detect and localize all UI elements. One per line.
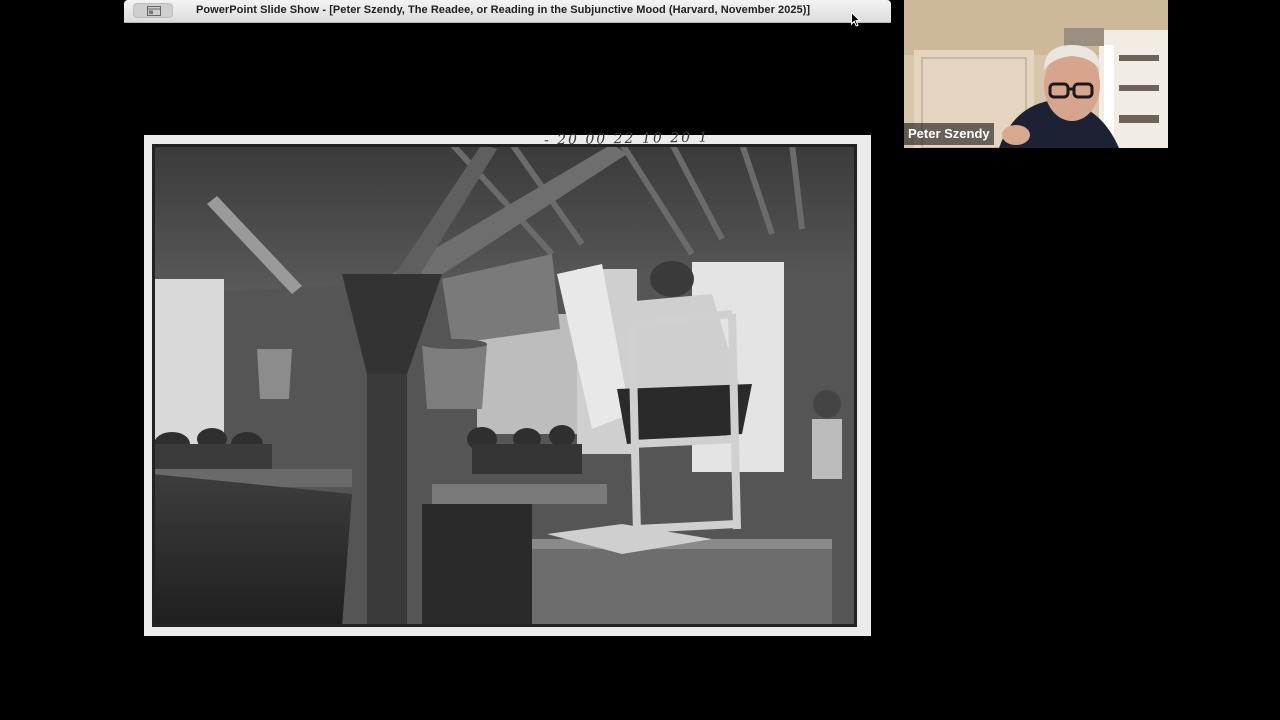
- presenter-video-tile[interactable]: Peter Szendy: [904, 0, 1168, 148]
- slide: - 20 00 22 10 20 1: [144, 130, 871, 636]
- window-layout-button[interactable]: [133, 3, 173, 18]
- mouse-pointer-icon: [851, 11, 862, 32]
- shared-screen-window: PowerPoint Slide Show - [Peter Szendy, T…: [124, 0, 891, 720]
- window-title: PowerPoint Slide Show - [Peter Szendy, T…: [196, 4, 811, 16]
- window-titlebar[interactable]: PowerPoint Slide Show - [Peter Szendy, T…: [124, 0, 891, 23]
- slide-photograph: [152, 144, 857, 627]
- participant-name-tag: Peter Szendy: [904, 123, 994, 145]
- window-layout-icon: [147, 6, 161, 16]
